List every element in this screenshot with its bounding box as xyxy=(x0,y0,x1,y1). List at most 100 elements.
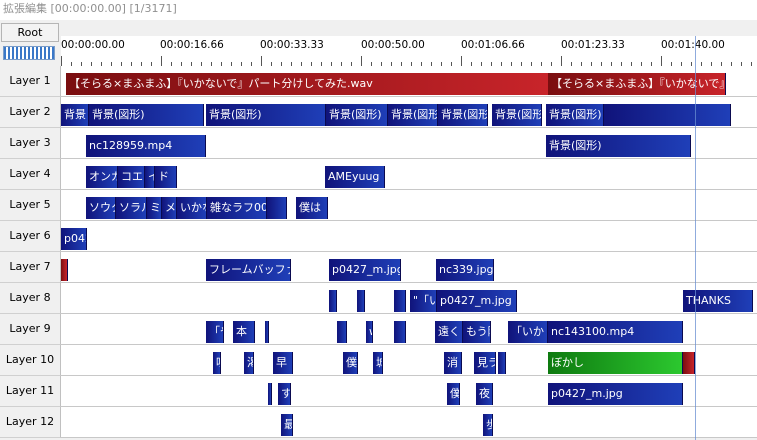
audio-clip[interactable]: 【そらる×まふまふ】『いかないで』パート分けしてみた.wav xyxy=(66,73,549,95)
video-clip[interactable]: 城 xyxy=(373,352,383,374)
ruler-tick xyxy=(161,56,162,66)
layer-name[interactable]: Layer 11 xyxy=(0,376,61,407)
video-clip[interactable]: コエ xyxy=(118,166,145,188)
video-clip[interactable]: す xyxy=(278,383,291,405)
layer-track[interactable]: 最歩 xyxy=(61,407,757,438)
video-clip[interactable] xyxy=(604,104,731,126)
video-clip[interactable]: THANKS xyxy=(683,290,753,312)
video-clip[interactable] xyxy=(267,197,287,219)
video-clip[interactable]: 早 xyxy=(273,352,293,374)
video-clip[interactable]: "「い xyxy=(410,290,437,312)
video-clip[interactable]: 僕 xyxy=(343,352,358,374)
layer-name[interactable]: Layer 2 xyxy=(0,97,61,128)
ruler-tick xyxy=(661,56,662,66)
video-clip[interactable]: ソウタ xyxy=(86,197,116,219)
ruler-tick xyxy=(561,56,562,66)
video-clip[interactable]: イ xyxy=(145,166,155,188)
video-clip[interactable]: 遠く xyxy=(435,321,463,343)
video-clip[interactable]: 背景(図形) xyxy=(89,104,204,126)
video-clip[interactable]: 本 xyxy=(233,321,255,343)
video-clip[interactable]: 歩 xyxy=(483,414,493,436)
layer-name[interactable]: Layer 4 xyxy=(0,159,61,190)
layer-track[interactable]: nc128959.mp4 背景(図形) xyxy=(61,128,757,159)
ruler-label: 00:01:06.66 xyxy=(461,39,525,51)
layer-name[interactable]: Layer 3 xyxy=(0,128,61,159)
playhead-cursor[interactable] xyxy=(695,36,696,440)
layer-track[interactable]: ソウタソラルミラメいかな雑なラフ002 僕は xyxy=(61,190,757,221)
video-clip[interactable]: w xyxy=(366,321,373,343)
layer-track[interactable]: 【そらる×まふまふ】『いかないで』パート分けしてみた.wav 【そらる×まふまふ】… xyxy=(61,66,757,97)
video-clip[interactable]: ド xyxy=(155,166,177,188)
filter-clip[interactable]: ぼかし xyxy=(548,352,683,374)
layer-name[interactable]: Layer 5 xyxy=(0,190,61,221)
video-clip[interactable]: 最 xyxy=(281,414,293,436)
layer-track[interactable]: フレームバッファ[標 p0427_m.jpg nc339.jpg xyxy=(61,252,757,283)
video-clip[interactable] xyxy=(394,290,406,312)
video-clip[interactable]: nc128959.mp4 xyxy=(86,135,206,157)
video-clip[interactable]: AMEyuug xyxy=(325,166,385,188)
video-clip[interactable]: ミラ xyxy=(147,197,162,219)
layer-track[interactable]: 背景 背景(図形) 背景(図形) 背景(図形) 背景(図形 背景(図形 背景(図形 背景(図形… xyxy=(61,97,757,128)
video-clip[interactable] xyxy=(394,321,406,343)
video-clip[interactable]: p0427_m.jpg xyxy=(548,383,683,405)
video-clip[interactable] xyxy=(329,290,337,312)
layer-name[interactable]: Layer 7 xyxy=(0,252,61,283)
video-clip[interactable]: p0427_m.jpg xyxy=(329,259,401,281)
video-clip[interactable]: p0427_m.jpg xyxy=(437,290,517,312)
video-clip[interactable]: 背景(図形) xyxy=(326,104,388,126)
video-clip[interactable]: 渇 xyxy=(244,352,254,374)
video-clip[interactable]: 背景(図形 xyxy=(492,104,542,126)
audio-clip[interactable] xyxy=(61,259,68,281)
root-button[interactable]: Root xyxy=(1,23,59,42)
timeline-tracks[interactable]: 【そらる×まふまふ】『いかないで』パート分けしてみた.wav 【そらる×まふまふ】… xyxy=(61,66,757,440)
layer-name[interactable]: Layer 10 xyxy=(0,345,61,376)
video-clip[interactable] xyxy=(337,321,347,343)
video-clip[interactable]: 見ラ xyxy=(474,352,496,374)
video-clip[interactable]: p042 xyxy=(61,228,87,250)
layer-name[interactable]: Layer 12 xyxy=(0,407,61,438)
video-clip[interactable]: もう随 xyxy=(463,321,491,343)
audio-clip[interactable]: 【そらる×まふまふ】『いかないで』パー xyxy=(548,73,726,95)
layer-track[interactable]: 「や本 w 遠くもう随「いかnc143100.mp4 xyxy=(61,314,757,345)
video-clip[interactable]: 僕 xyxy=(447,383,460,405)
video-clip[interactable]: 吐 xyxy=(213,352,221,374)
video-clip[interactable]: 雑なラフ002 xyxy=(207,197,267,219)
video-clip[interactable]: 「や xyxy=(206,321,224,343)
video-clip[interactable]: 「いか xyxy=(508,321,548,343)
layer-name[interactable]: Layer 6 xyxy=(0,221,61,252)
video-clip[interactable] xyxy=(265,321,269,343)
layer-track[interactable]: p042 xyxy=(61,221,757,252)
video-clip[interactable]: 背景(図形) xyxy=(546,104,604,126)
video-clip[interactable]: メ xyxy=(162,197,177,219)
video-clip[interactable] xyxy=(498,352,506,374)
video-clip[interactable]: 背景(図形) xyxy=(546,135,691,157)
video-clip[interactable] xyxy=(357,290,365,312)
video-clip[interactable]: フレームバッファ[標 xyxy=(206,259,291,281)
video-clip[interactable]: 消 xyxy=(444,352,462,374)
zoom-slider[interactable] xyxy=(3,46,55,60)
time-ruler[interactable]: 00:00:00.00 00:00:16.66 00:00:33.33 00:0… xyxy=(61,36,757,67)
video-clip[interactable]: 背景 xyxy=(61,104,89,126)
layer-track[interactable]: "「いp0427_m.jpg THANKS xyxy=(61,283,757,314)
video-clip[interactable]: 背景(図形 xyxy=(438,104,488,126)
video-clip[interactable]: nc339.jpg xyxy=(436,259,494,281)
ruler-label: 00:01:40.00 xyxy=(661,39,725,51)
layer-name[interactable]: Layer 8 xyxy=(0,283,61,314)
audio-clip[interactable] xyxy=(683,352,695,374)
video-clip[interactable]: 背景(図形) xyxy=(206,104,326,126)
layer-track[interactable]: す 僕夜 p0427_m.jpg xyxy=(61,376,757,407)
video-clip[interactable]: オンガ xyxy=(86,166,118,188)
ruler-tick xyxy=(461,56,462,66)
video-clip[interactable] xyxy=(268,383,272,405)
video-clip[interactable]: nc143100.mp4 xyxy=(548,321,683,343)
layer-track[interactable]: 吐 渇早 僕城 消見ラ ぼかし xyxy=(61,345,757,376)
video-clip[interactable]: ソラル xyxy=(116,197,147,219)
video-clip[interactable]: 夜 xyxy=(476,383,493,405)
layer-track[interactable]: オンガコエイド AMEyuug xyxy=(61,159,757,190)
layer-name[interactable]: Layer 1 xyxy=(0,66,61,97)
video-clip[interactable]: いかな xyxy=(177,197,207,219)
ruler-label: 00:00:50.00 xyxy=(361,39,425,51)
video-clip[interactable]: 僕は xyxy=(296,197,328,219)
layer-name[interactable]: Layer 9 xyxy=(0,314,61,345)
video-clip[interactable]: 背景(図形 xyxy=(388,104,438,126)
